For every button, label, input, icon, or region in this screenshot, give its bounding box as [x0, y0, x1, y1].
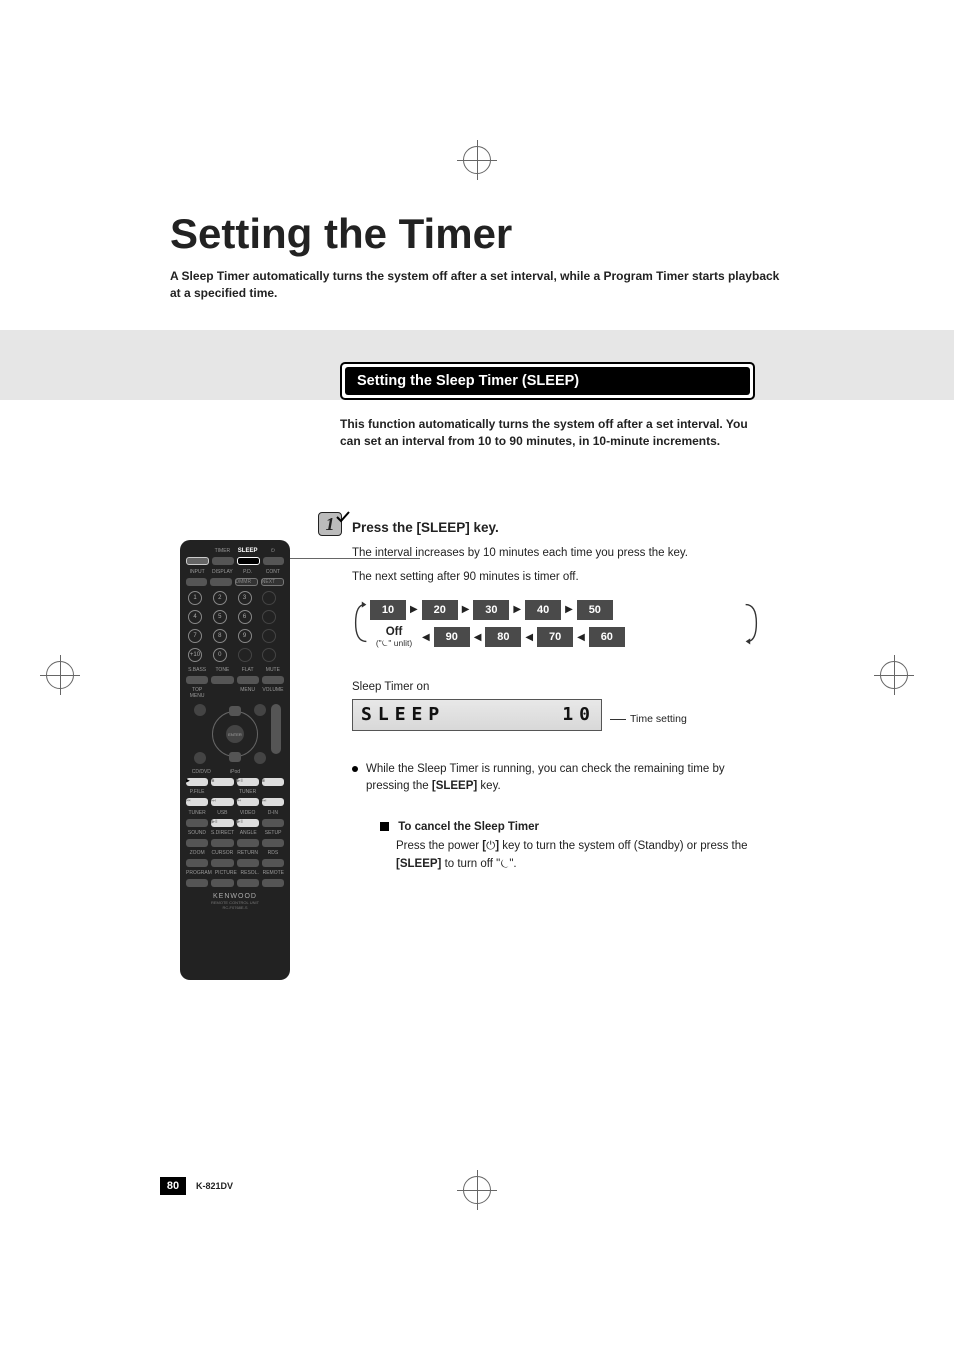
step-title: Press the [SLEEP] key.: [352, 520, 760, 535]
section-heading: Setting the Sleep Timer (SLEEP): [340, 362, 755, 400]
cycle-off-label: Off: [386, 626, 403, 638]
display-value: 10: [562, 704, 593, 725]
check-icon: [336, 510, 350, 524]
cycle-chip: 70: [537, 627, 573, 647]
remote-brand: KENWOOD: [186, 893, 284, 900]
note-bullet: While the Sleep Timer is running, you ca…: [352, 761, 760, 796]
page-number: 80: [160, 1177, 186, 1195]
remote-sleep-label: SLEEP: [237, 548, 259, 554]
section-heading-text: Setting the Sleep Timer (SLEEP): [345, 367, 750, 395]
cycle-diagram: 10▶ 20▶ 30▶ 40▶ 50 Off ("⏾" unlit) ◀: [352, 600, 760, 655]
footer-model: K-821DV: [196, 1181, 233, 1191]
cycle-chip: 60: [589, 627, 625, 647]
cycle-chip: 80: [485, 627, 521, 647]
display-annotation: Time setting: [610, 713, 687, 725]
crop-mark-right: [874, 655, 914, 695]
cycle-off-sub: ("⏾" unlit): [376, 638, 412, 649]
step-number-badge: 1: [318, 512, 348, 542]
step-line-2: The next setting after 90 minutes is tim…: [352, 569, 760, 586]
square-icon: [380, 822, 389, 831]
section-description: This function automatically turns the sy…: [340, 416, 755, 451]
display-text: SLEEP: [361, 704, 442, 725]
crop-mark-top: [457, 140, 497, 180]
crop-mark-left: [40, 655, 80, 695]
cancel-heading: To cancel the Sleep Timer: [380, 821, 760, 833]
cancel-body: Press the power [⏻] key to turn the syst…: [396, 837, 760, 874]
loop-arrow-right: [742, 600, 760, 646]
cycle-chip: 40: [525, 600, 561, 620]
cycle-chip: 50: [577, 600, 613, 620]
bullet-icon: [352, 766, 358, 772]
page-subtitle: A Sleep Timer automatically turns the sy…: [170, 268, 784, 302]
display-label: Sleep Timer on: [352, 681, 760, 693]
loop-arrow-left: [352, 600, 370, 646]
remote-sleep-button: [237, 557, 260, 565]
display-screen: SLEEP 10: [352, 699, 602, 731]
crop-mark-bottom: [457, 1170, 497, 1210]
step-line-1: The interval increases by 10 minutes eac…: [352, 545, 760, 562]
cycle-chip: 90: [434, 627, 470, 647]
remote-timer-label: TIMER: [211, 548, 233, 554]
page-title: Setting the Timer: [170, 210, 784, 258]
remote-illustration: TIMER SLEEP ⏻ INPUTDISPLAYP.D.CONT DMMR …: [180, 540, 290, 980]
cycle-chip: 30: [473, 600, 509, 620]
cycle-chip: 10: [370, 600, 406, 620]
cycle-chip: 20: [422, 600, 458, 620]
